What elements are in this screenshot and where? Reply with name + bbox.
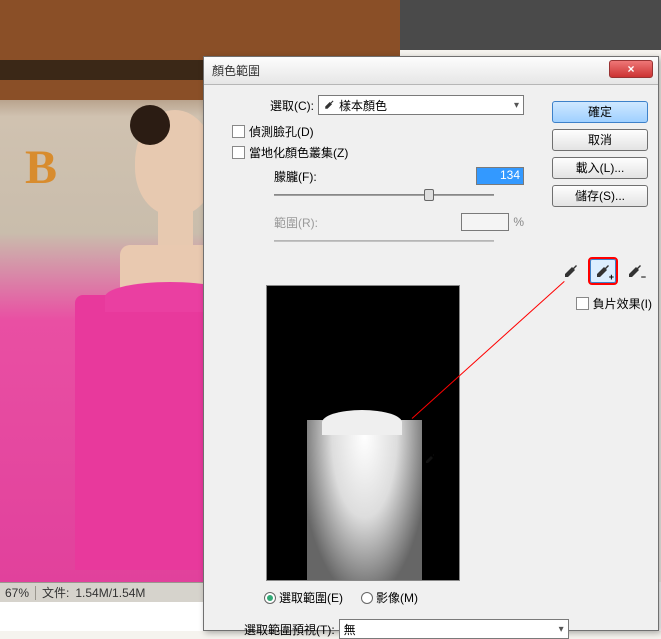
preview-select-label: 選取範圍預視(T): [244, 621, 335, 638]
localized-checkbox[interactable] [232, 146, 245, 159]
selection-preview[interactable]: + [266, 285, 460, 581]
radio-image[interactable] [361, 592, 373, 604]
range-label: 範圍(R): [274, 214, 334, 231]
cursor-plus-icon: + [435, 464, 440, 474]
color-range-dialog: 顏色範圍 × 選取(C): 樣本顏色 ▾ 偵測臉孔(D) 當地化顏色叢集(Z) [203, 56, 659, 631]
eyedropper-icon [323, 99, 335, 111]
save-button[interactable]: 儲存(S)... [552, 185, 648, 207]
chevron-down-icon: ▾ [559, 624, 564, 635]
invert-label: 負片效果(I) [593, 295, 652, 312]
background-letter: B [25, 140, 57, 195]
cancel-button[interactable]: 取消 [552, 129, 648, 151]
radio-selection-label: 選取範圍(E) [279, 589, 343, 606]
detect-faces-checkbox[interactable] [232, 125, 245, 138]
app-dark-background [400, 0, 661, 50]
ok-button[interactable]: 確定 [552, 101, 648, 123]
eyedropper-tools: + − [558, 259, 648, 283]
range-input [461, 213, 509, 231]
dialog-titlebar[interactable]: 顏色範圍 × [204, 57, 658, 85]
fuzziness-thumb[interactable] [424, 189, 434, 201]
eyedropper-add-button[interactable]: + [590, 259, 616, 283]
percent-label: % [513, 215, 524, 229]
close-button[interactable]: × [609, 60, 653, 78]
eyedropper-subtract-button[interactable]: − [622, 259, 648, 283]
preview-mode-radios: 選取範圍(E) 影像(M) [264, 589, 418, 606]
file-value: 1.54M/1.54M [75, 586, 145, 600]
file-label: 文件: [42, 584, 69, 601]
eyedropper-icon [562, 262, 580, 280]
radio-selection[interactable] [264, 592, 276, 604]
select-value: 樣本顏色 [339, 97, 387, 114]
range-slider [274, 233, 494, 249]
invert-checkbox[interactable] [576, 297, 589, 310]
chevron-down-icon: ▾ [514, 100, 519, 111]
detect-faces-label: 偵測臉孔(D) [249, 123, 314, 140]
radio-image-label: 影像(M) [376, 589, 418, 606]
preview-select-dropdown[interactable]: 無 ▾ [339, 619, 569, 639]
load-button[interactable]: 載入(L)... [552, 157, 648, 179]
localized-label: 當地化顏色叢集(Z) [249, 144, 348, 161]
select-dropdown[interactable]: 樣本顏色 ▾ [318, 95, 524, 115]
preview-select-value: 無 [344, 621, 356, 638]
eyedropper-cursor-icon [422, 452, 436, 466]
select-label: 選取(C): [270, 97, 314, 114]
fuzziness-input[interactable]: 134 [476, 167, 524, 185]
eyedropper-sample-button[interactable] [558, 259, 584, 283]
dialog-title: 顏色範圍 [212, 62, 260, 79]
zoom-value[interactable]: 67% [5, 586, 29, 600]
fuzziness-label: 朦朧(F): [274, 168, 334, 185]
fuzziness-slider[interactable] [274, 187, 494, 203]
